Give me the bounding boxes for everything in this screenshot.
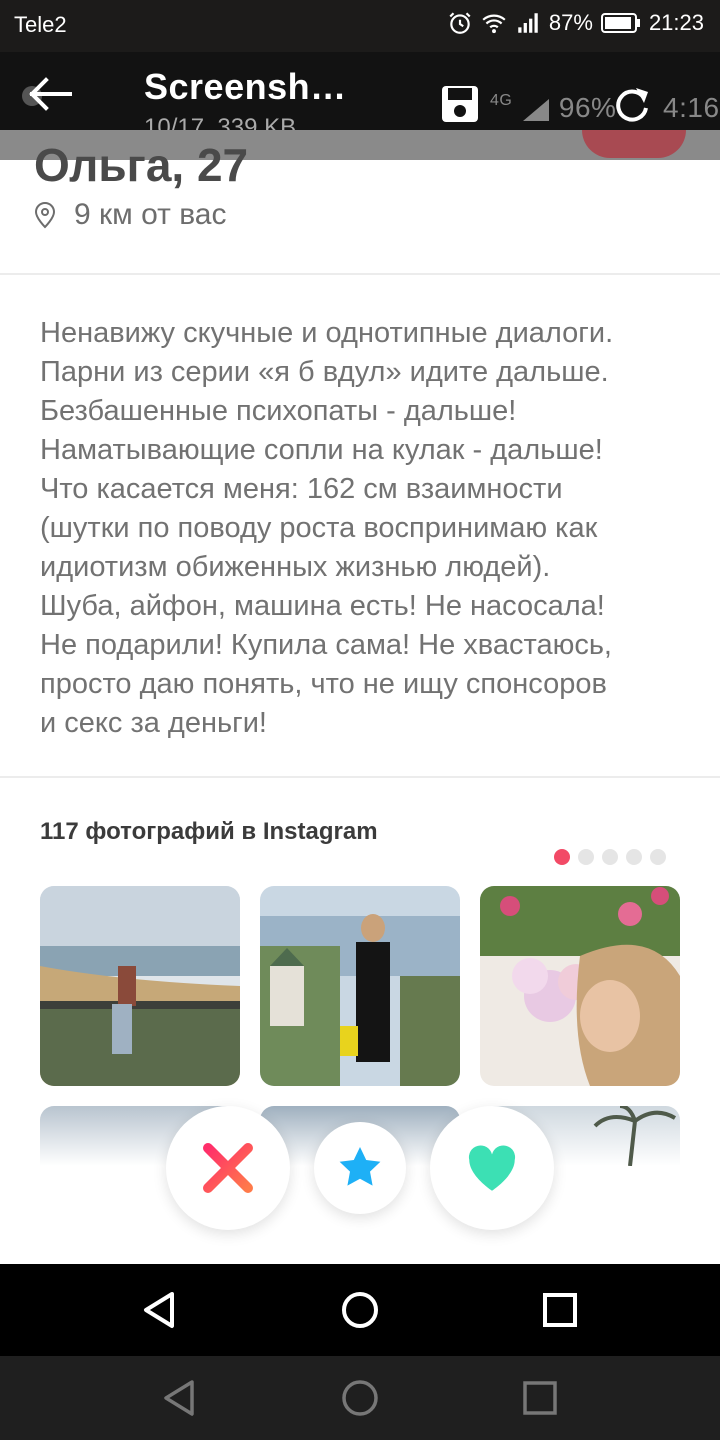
home-nav-icon[interactable] [336, 1374, 384, 1422]
pager-dot[interactable] [650, 849, 666, 865]
save-icon[interactable] [440, 84, 480, 124]
battery-icon [600, 13, 640, 33]
divider [0, 776, 720, 778]
recents-nav-icon[interactable] [536, 1286, 584, 1334]
distance-text: 9 км от вас [74, 198, 227, 231]
x-icon [203, 1143, 253, 1193]
signal-icon [518, 13, 538, 33]
ghost-signal-icon [522, 98, 549, 121]
bio-line: идиотизм обиженных жизнью людей). [40, 551, 551, 583]
home-nav-icon[interactable] [336, 1286, 384, 1334]
system-navigation-bar [0, 1264, 720, 1356]
star-icon [339, 1147, 381, 1186]
clock: 21:23 [648, 10, 704, 35]
recents-nav-icon[interactable] [516, 1374, 564, 1422]
pager-dot[interactable] [578, 849, 594, 865]
status-bar: Tele2 87% 21:23 [0, 0, 720, 52]
bio-line: Что касается меня: 162 см взаимности [40, 473, 563, 505]
alarm-icon [449, 12, 471, 34]
bio-line: просто даю понять, что не ищу спонсоров [40, 668, 607, 700]
back-nav-icon[interactable] [136, 1286, 184, 1334]
battery-percent: 87% [548, 10, 593, 35]
pager-dot[interactable] [626, 849, 642, 865]
bio-line: Шуба, айфон, машина есть! Не насосала! [40, 590, 605, 622]
bio-line: Наматывающие сопли на кулак - дальше! [40, 434, 603, 466]
bio-line: Парни из серии «я б вдул» идите дальше. [40, 356, 609, 388]
pager-dot-active[interactable] [554, 849, 570, 865]
back-nav-icon[interactable] [156, 1374, 204, 1422]
file-title: Screensh… [144, 66, 347, 107]
instagram-photo-beach[interactable] [40, 886, 240, 1086]
bio-line: Ненавижу скучные и однотипные диалоги. [40, 317, 614, 349]
location-pin-icon [34, 201, 56, 229]
avatar-edge [582, 130, 686, 158]
image-viewer-toolbar: Screensh… 10/17, 339 KB 4G 96% 4:16 [0, 52, 720, 141]
nope-button[interactable] [166, 1106, 290, 1230]
carrier-label: Tele2 [14, 12, 67, 37]
instagram-photo-city[interactable] [260, 886, 460, 1086]
bio-line: Безбашенные психопаты - дальше! [40, 395, 517, 427]
heart-icon [468, 1145, 516, 1191]
like-button[interactable] [430, 1106, 554, 1230]
profile-distance: 9 км от вас [34, 198, 227, 232]
profile-bio: Ненавижу скучные и однотипные диалоги. П… [40, 314, 700, 743]
pager-dot[interactable] [602, 849, 618, 865]
rotate-icon[interactable] [612, 84, 652, 124]
instagram-photo-flowers[interactable] [480, 886, 680, 1086]
bio-line: и секс за деньги! [40, 707, 267, 739]
instagram-pager[interactable] [554, 849, 666, 865]
instagram-photos-title: 117 фотографий в Instagram [40, 818, 378, 845]
profile-name-age: Ольга, 27 [34, 139, 249, 191]
divider [0, 273, 720, 275]
bio-line: (шутки по поводу роста воспринимаю как [40, 512, 598, 544]
superlike-button[interactable] [314, 1122, 406, 1214]
bio-line: Не подарили! Купила сама! Не хвастаюсь, [40, 629, 612, 661]
viewer-navigation-bar-ghost [0, 1356, 720, 1440]
background-status-ghost: 4G 96% 4:16 [490, 92, 720, 123]
wifi-icon [482, 14, 506, 34]
back-arrow-icon[interactable] [18, 72, 74, 116]
